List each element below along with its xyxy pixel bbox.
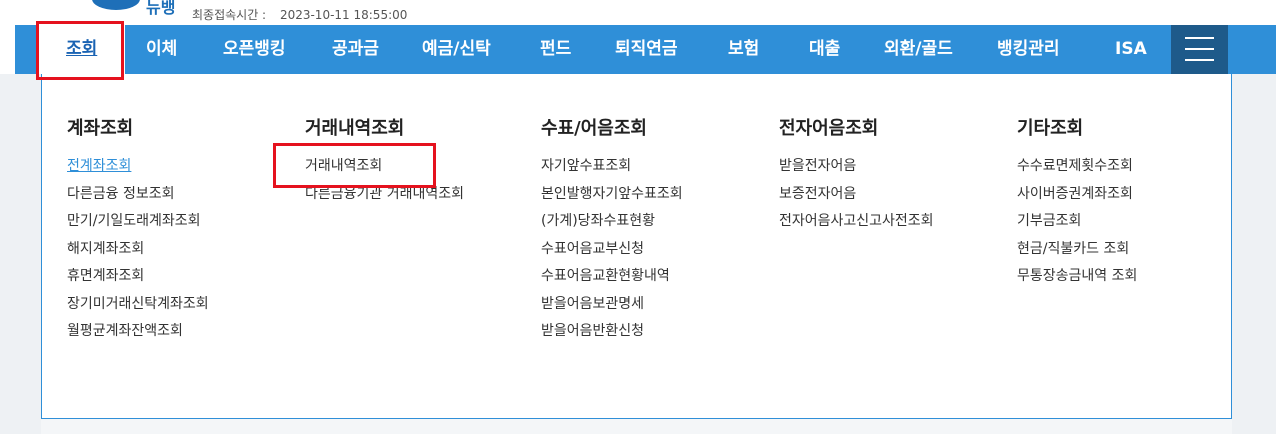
bank-logo[interactable] bbox=[92, 0, 140, 10]
menu-column-title: 거래내역조회 bbox=[305, 118, 405, 139]
nav-item-forex-gold[interactable]: 외환/골드 bbox=[884, 25, 953, 74]
last-login-info: 최종접속시간 : 2023-10-11 18:55:00 bbox=[192, 6, 407, 23]
nav-item-fund[interactable]: 펀드 bbox=[540, 25, 571, 74]
hamburger-line-icon bbox=[1185, 48, 1214, 50]
nav-item-inquiry[interactable]: 조회 bbox=[66, 25, 97, 74]
last-login-value: 2023-10-11 18:55:00 bbox=[279, 8, 408, 22]
menu-link[interactable]: 보증전자어음 bbox=[779, 184, 934, 212]
menu-link[interactable]: 받을어음보관명세 bbox=[541, 294, 683, 322]
menu-link-transaction-history[interactable]: 거래내역조회 bbox=[305, 156, 464, 184]
menu-column-e-bills: 전자어음조회 받을전자어음 보증전자어음 전자어음사고신고사전조회 bbox=[779, 114, 934, 239]
menu-link[interactable]: 자기앞수표조회 bbox=[541, 156, 683, 184]
hamburger-line-icon bbox=[1185, 37, 1214, 39]
nav-item-isa[interactable]: ISA bbox=[1115, 25, 1147, 74]
inquiry-dropdown-menu: 계좌조회 전계좌조회 다른금융 정보조회 만기/기일도래계좌조회 해지계좌조회 … bbox=[41, 74, 1232, 419]
nav-item-open-banking[interactable]: 오픈뱅킹 bbox=[223, 25, 286, 74]
menu-link[interactable]: 수표어음교환현황내역 bbox=[541, 266, 683, 294]
main-nav: 조회 이체 오픈뱅킹 공과금 예금/신탁 펀드 퇴직연금 보험 대출 외환/골드… bbox=[15, 25, 1276, 74]
nav-item-loan[interactable]: 대출 bbox=[809, 25, 840, 74]
page-background-left bbox=[0, 74, 41, 434]
last-login-label: 최종접속시간 : bbox=[192, 8, 267, 22]
menu-link-all-accounts[interactable]: 전계좌조회 bbox=[67, 156, 209, 184]
menu-link[interactable]: 현금/직불카드 조회 bbox=[1017, 239, 1137, 267]
menu-link[interactable]: 기부금조회 bbox=[1017, 211, 1137, 239]
menu-column-title: 수표/어음조회 bbox=[541, 118, 647, 139]
menu-link[interactable]: 만기/기일도래계좌조회 bbox=[67, 211, 209, 239]
nav-item-utility-bills[interactable]: 공과금 bbox=[332, 25, 379, 74]
menu-link[interactable]: 받을전자어음 bbox=[779, 156, 934, 184]
menu-link[interactable]: 무통장송금내역 조회 bbox=[1017, 266, 1137, 294]
menu-column-checks-bills: 수표/어음조회 자기앞수표조회 본인발행자기앞수표조회 (가계)당좌수표현황 수… bbox=[541, 114, 683, 349]
nav-item-transfer[interactable]: 이체 bbox=[146, 25, 177, 74]
page-background-bottom bbox=[41, 418, 1232, 434]
page-background-right bbox=[1232, 74, 1276, 434]
menu-column-other: 기타조회 수수료면제횟수조회 사이버증권계좌조회 기부금조회 현금/직불카드 조… bbox=[1017, 114, 1137, 294]
menu-link[interactable]: 사이버증권계좌조회 bbox=[1017, 184, 1137, 212]
menu-column-title: 기타조회 bbox=[1017, 118, 1084, 139]
menu-link[interactable]: 다른금융기관 거래내역조회 bbox=[305, 184, 464, 212]
menu-column-title: 전자어음조회 bbox=[779, 118, 879, 139]
nav-item-deposit-trust[interactable]: 예금/신탁 bbox=[422, 25, 491, 74]
hamburger-line-icon bbox=[1185, 59, 1214, 61]
menu-link[interactable]: 다른금융 정보조회 bbox=[67, 184, 209, 212]
menu-link[interactable]: 장기미거래신탁계좌조회 bbox=[67, 294, 209, 322]
nav-item-banking-management[interactable]: 뱅킹관리 bbox=[997, 25, 1060, 74]
bank-logo-text: 뉴뱅 bbox=[146, 0, 176, 17]
menu-link[interactable]: 받을어음반환신청 bbox=[541, 321, 683, 349]
menu-link[interactable]: 전자어음사고신고사전조회 bbox=[779, 211, 934, 239]
nav-item-insurance[interactable]: 보험 bbox=[728, 25, 759, 74]
menu-link[interactable]: 해지계좌조회 bbox=[67, 239, 209, 267]
top-strip: 뉴뱅 최종접속시간 : 2023-10-11 18:55:00 bbox=[0, 0, 1276, 25]
menu-link[interactable]: 수표어음교부신청 bbox=[541, 239, 683, 267]
menu-link[interactable]: 수수료면제횟수조회 bbox=[1017, 156, 1137, 184]
menu-link[interactable]: 휴면계좌조회 bbox=[67, 266, 209, 294]
menu-link[interactable]: (가계)당좌수표현황 bbox=[541, 211, 683, 239]
menu-link[interactable]: 본인발행자기앞수표조회 bbox=[541, 184, 683, 212]
menu-column-title: 계좌조회 bbox=[67, 118, 134, 139]
all-menu-button[interactable] bbox=[1171, 25, 1228, 74]
menu-column-transactions: 거래내역조회 거래내역조회 다른금융기관 거래내역조회 bbox=[305, 114, 464, 211]
nav-item-pension[interactable]: 퇴직연금 bbox=[615, 25, 678, 74]
menu-column-account: 계좌조회 전계좌조회 다른금융 정보조회 만기/기일도래계좌조회 해지계좌조회 … bbox=[67, 114, 209, 349]
menu-link[interactable]: 월평균계좌잔액조회 bbox=[67, 321, 209, 349]
